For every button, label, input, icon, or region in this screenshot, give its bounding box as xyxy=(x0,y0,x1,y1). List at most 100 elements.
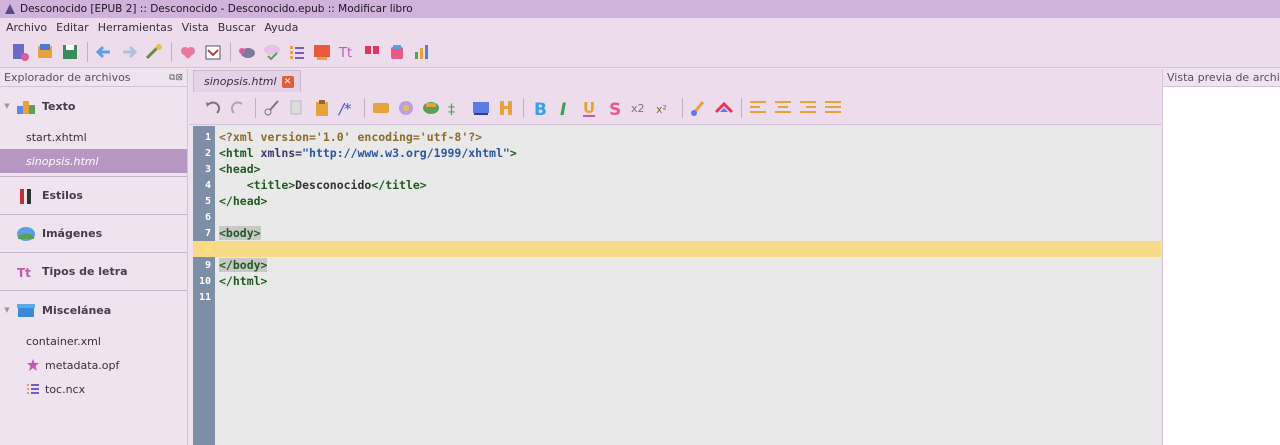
svg-text:‡: ‡ xyxy=(448,102,455,118)
tree-section-tipos-de-letra[interactable]: Tt Tipos de letra xyxy=(0,253,187,291)
paste-icon[interactable] xyxy=(312,98,332,118)
close-tab-icon[interactable]: ✕ xyxy=(281,75,294,88)
open-book-icon[interactable] xyxy=(35,42,55,62)
save-icon[interactable] xyxy=(60,42,80,62)
menu-herramientas[interactable]: Herramientas xyxy=(98,21,173,34)
tab-label: sinopsis.html xyxy=(204,75,277,88)
back-arrow-icon[interactable] xyxy=(94,42,114,62)
align-right-icon[interactable] xyxy=(798,98,818,118)
tree-section-label: Tipos de letra xyxy=(42,265,128,278)
tree-section-miscelanea[interactable]: ▼ Miscelánea xyxy=(0,291,187,329)
superscript-icon[interactable]: x² xyxy=(655,98,675,118)
code-line: 10 </html> xyxy=(198,274,268,288)
heading-icon[interactable] xyxy=(496,98,516,118)
toc-list-icon[interactable] xyxy=(287,42,307,62)
fonts-section-icon: Tt xyxy=(17,266,31,280)
text-direction-icon[interactable] xyxy=(714,98,734,118)
svg-text:B: B xyxy=(534,100,547,118)
heart-icon[interactable] xyxy=(178,42,198,62)
html-toc-icon[interactable] xyxy=(312,42,332,62)
menu-editar[interactable]: Editar xyxy=(56,21,89,34)
images-section-icon xyxy=(17,226,35,241)
tab-sinopsis[interactable]: sinopsis.html ✕ xyxy=(193,70,301,92)
sigil-app-icon xyxy=(5,4,15,14)
metadata-icon[interactable] xyxy=(203,42,223,62)
tree-file-toc[interactable]: toc.ncx xyxy=(0,377,187,401)
strikethrough-icon[interactable]: S xyxy=(605,98,625,118)
misc-section-icon xyxy=(17,304,35,317)
menu-buscar[interactable]: Buscar xyxy=(218,21,256,34)
tab-bar: sinopsis.html ✕ xyxy=(189,69,1161,92)
editor-area: sinopsis.html ✕ /* ‡ B I U S x2 x² 1 <?x… xyxy=(189,69,1161,445)
validate-icon[interactable] xyxy=(144,42,164,62)
cut-icon[interactable] xyxy=(262,98,282,118)
toolbar-separator xyxy=(171,42,172,62)
code-line: 11 xyxy=(198,291,211,303)
tree-section-label: Texto xyxy=(42,99,76,113)
tree-section-label: Miscelánea xyxy=(42,303,112,317)
code-line: 4 <title>Desconocido</title> xyxy=(204,178,427,192)
align-center-icon[interactable] xyxy=(773,98,793,118)
code-line: 5 </head> xyxy=(204,194,268,208)
tree-file-sinopsis[interactable]: sinopsis.html xyxy=(0,149,187,173)
insert-html-icon[interactable] xyxy=(371,98,391,118)
elephant-icon[interactable] xyxy=(237,42,257,62)
underline-icon[interactable]: U xyxy=(580,98,600,118)
svg-text:x²: x² xyxy=(656,103,667,116)
svg-text:S: S xyxy=(609,100,621,118)
bold-icon[interactable]: B xyxy=(530,98,550,118)
redo-icon[interactable] xyxy=(228,98,248,118)
comment-icon[interactable]: /* xyxy=(337,98,357,118)
insert-special-char-icon[interactable]: ‡ xyxy=(446,98,466,118)
spellcheck-icon[interactable] xyxy=(262,42,282,62)
editor-toolbar: /* ‡ B I U S x2 x² xyxy=(189,92,1161,125)
menu-vista[interactable]: Vista xyxy=(182,21,209,34)
subscript-icon[interactable]: x2 xyxy=(630,98,650,118)
toolbar-separator xyxy=(230,42,231,62)
tree-file-container[interactable]: container.xml xyxy=(0,329,187,353)
tree-file-metadata[interactable]: metadata.opf xyxy=(0,353,187,377)
code-line: 7 <body> xyxy=(204,226,261,240)
tree-section-texto[interactable]: ▼ Texto xyxy=(0,87,187,125)
panel-controls[interactable]: ⧉⊠ xyxy=(169,73,183,83)
styles-section-icon xyxy=(20,188,31,204)
copy-icon[interactable] xyxy=(287,98,307,118)
toc-file-icon xyxy=(27,384,39,394)
file-browser-header: Explorador de archivos ⧉⊠ xyxy=(0,69,187,87)
code-line: 9 </body> xyxy=(204,258,268,272)
preview-title: Vista previa de archivo xyxy=(1163,69,1280,87)
report-chart-icon[interactable] xyxy=(412,42,432,62)
insert-link-icon[interactable] xyxy=(471,98,491,118)
svg-text:U: U xyxy=(583,99,595,117)
file-browser-panel: Explorador de archivos ⧉⊠ ▼ Texto start.… xyxy=(0,69,188,445)
bucket-icon[interactable] xyxy=(387,42,407,62)
align-left-icon[interactable] xyxy=(748,98,768,118)
insert-media-icon[interactable] xyxy=(421,98,441,118)
svg-text:Tt: Tt xyxy=(17,266,31,280)
code-editor[interactable]: 1 <?xml version='1.0' encoding='utf-8'?>… xyxy=(193,126,1161,445)
italic-icon[interactable]: I xyxy=(555,98,575,118)
preview-panel: Vista previa de archivo xyxy=(1162,69,1280,445)
svg-text:/*: /* xyxy=(337,100,352,118)
undo-icon[interactable] xyxy=(203,98,223,118)
metadata-file-icon xyxy=(27,359,39,371)
main-toolbar: Tt xyxy=(0,37,1280,68)
clean-format-icon[interactable] xyxy=(689,98,709,118)
tree-section-imagenes[interactable]: Imágenes xyxy=(0,215,187,253)
new-book-icon[interactable] xyxy=(10,42,30,62)
collapse-arrow-icon[interactable]: ▼ xyxy=(0,306,14,314)
code-line: 2 <html xmlns="http://www.w3.org/1999/xh… xyxy=(204,146,517,160)
fonts-icon[interactable]: Tt xyxy=(337,42,357,62)
file-browser-title: Explorador de archivos xyxy=(4,71,131,84)
menu-archivo[interactable]: Archivo xyxy=(6,21,47,34)
collapse-arrow-icon[interactable]: ▼ xyxy=(0,102,14,110)
insert-image-icon[interactable] xyxy=(396,98,416,118)
align-justify-icon[interactable] xyxy=(823,98,843,118)
quote-icon[interactable] xyxy=(362,42,382,62)
tree-section-estilos[interactable]: Estilos xyxy=(0,177,187,215)
tree-file-start[interactable]: start.xhtml xyxy=(0,125,187,149)
svg-text:Tt: Tt xyxy=(338,46,352,61)
forward-arrow-icon[interactable] xyxy=(119,42,139,62)
svg-text:x2: x2 xyxy=(631,102,645,115)
menu-ayuda[interactable]: Ayuda xyxy=(264,21,298,34)
